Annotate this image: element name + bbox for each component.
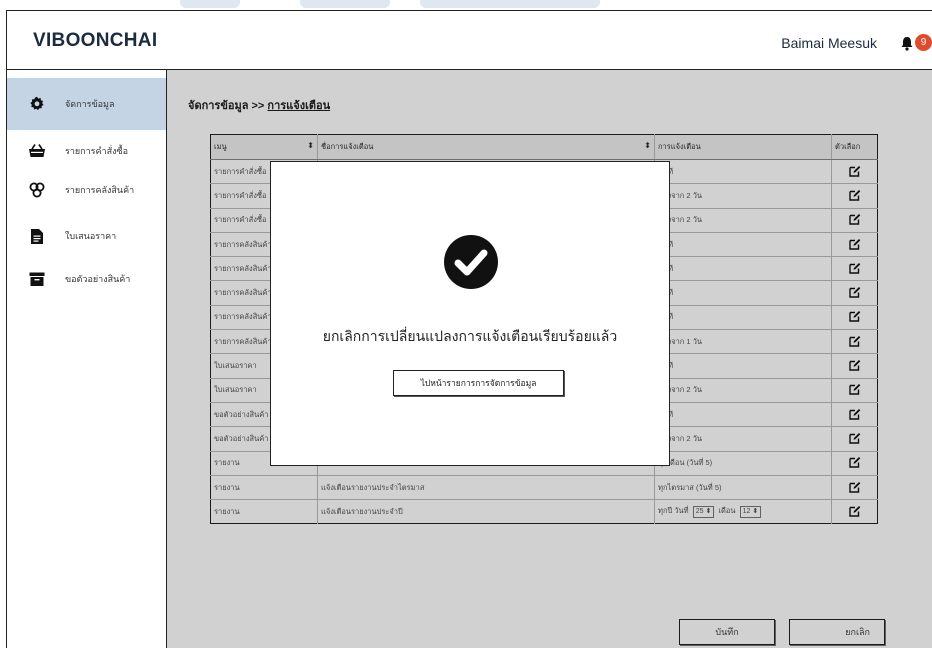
check-circle-icon — [444, 235, 498, 289]
boxes-icon — [27, 180, 47, 200]
app-header: VIBOONCHAI Baimai Meesuk 9 — [6, 10, 932, 70]
success-dialog: ยกเลิกการเปลี่ยนแปลงการแจ้งเตือนเรียบร้อ… — [270, 161, 670, 466]
sidebar: จัดการข้อมูล รายการคำสั่งซื้อ รายการคลัง… — [6, 70, 167, 648]
sidebar-item-label: ขอตัวอย่างสินค้า — [65, 274, 131, 284]
sidebar-item-data-management[interactable]: จัดการข้อมูล — [7, 78, 166, 130]
brand-logo: VIBOONCHAI — [33, 30, 158, 51]
sidebar-item-sample-request[interactable]: ขอตัวอย่างสินค้า — [7, 253, 166, 305]
sidebar-item-inventory[interactable]: รายการคลังสินค้า — [7, 164, 166, 216]
gear-icon — [27, 94, 47, 114]
dialog-message: ยกเลิกการเปลี่ยนแปลงการแจ้งเตือนเรียบร้อ… — [322, 328, 618, 344]
archive-icon — [27, 269, 47, 289]
notification-badge: 9 — [915, 34, 932, 51]
top-decoration — [0, 0, 932, 8]
sidebar-item-label: รายการคลังสินค้า — [65, 185, 135, 195]
sidebar-item-label: ใบเสนอราคา — [65, 231, 117, 241]
sidebar-item-label: จัดการข้อมูล — [65, 99, 115, 109]
go-to-data-management-button[interactable]: ไปหน้ารายการการจัดการข้อมูล — [393, 370, 564, 396]
user-name[interactable]: Baimai Meesuk — [781, 35, 877, 51]
document-icon — [27, 226, 47, 246]
bell-icon[interactable] — [900, 36, 914, 51]
basket-icon — [27, 141, 47, 161]
sidebar-item-label: รายการคำสั่งซื้อ — [65, 146, 128, 156]
